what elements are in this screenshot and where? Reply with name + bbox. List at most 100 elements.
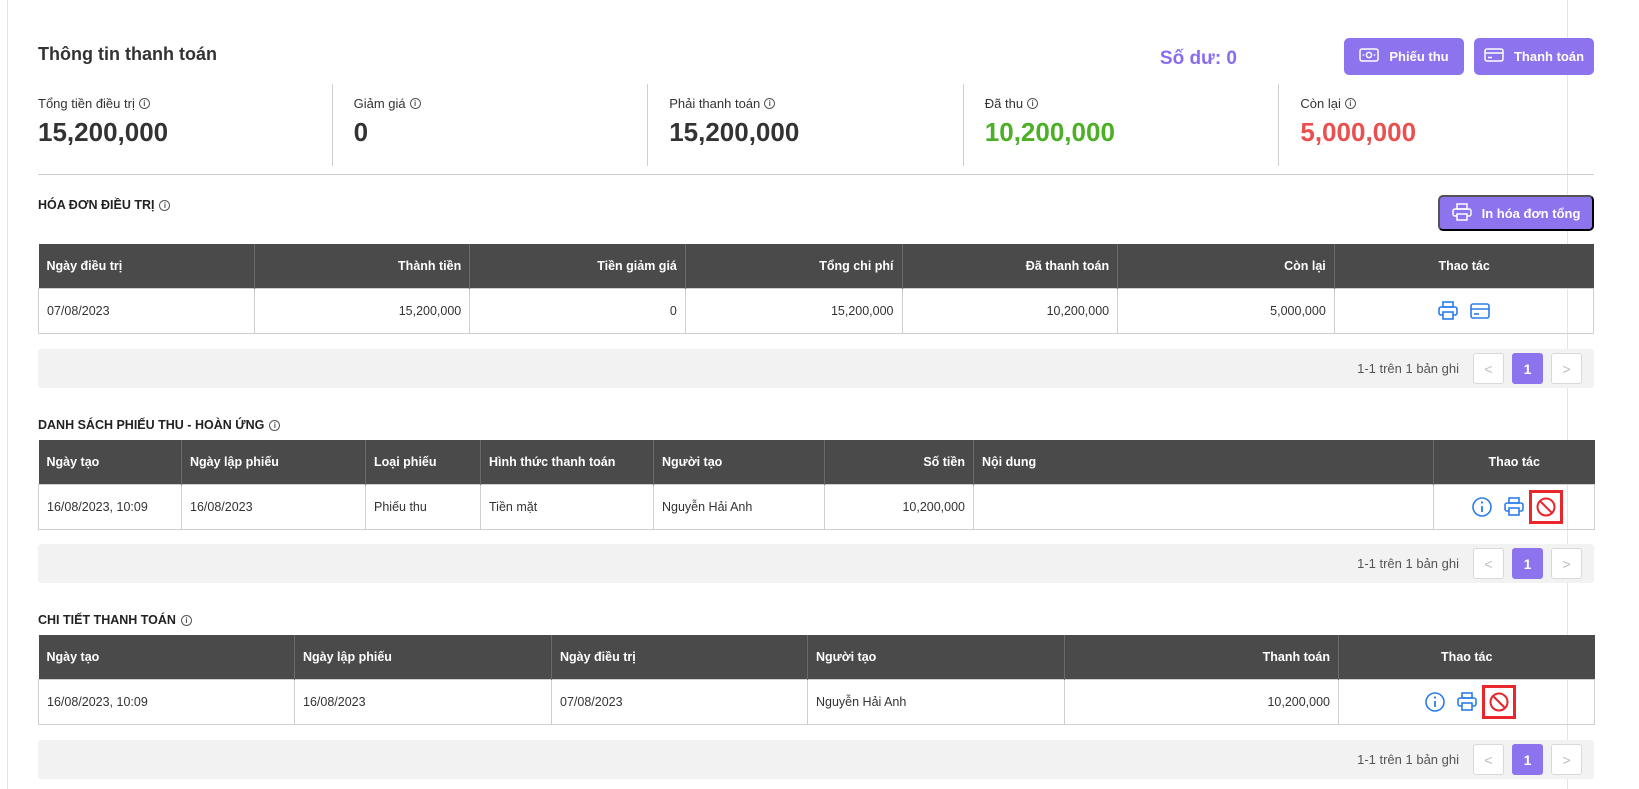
receipt-button-label: Phiếu thu xyxy=(1389,49,1449,64)
print-total-invoice-label: In hóa đơn tổng xyxy=(1481,205,1581,221)
info-circle-icon[interactable] xyxy=(1470,495,1494,519)
invoices-title: HÓA ĐƠN ĐIỀU TRỊ i xyxy=(38,198,171,212)
column-header[interactable]: Ngày tạo xyxy=(38,440,182,484)
receipt-button[interactable]: Phiếu thu xyxy=(1344,38,1464,75)
prev-page-button[interactable]: < xyxy=(1473,548,1504,579)
balance-label: Số dư: 0 xyxy=(1159,48,1237,69)
stat-total-label: Tổng tiền điều trị xyxy=(38,96,135,111)
column-header[interactable]: Tiền giảm giá xyxy=(469,244,686,288)
print-total-invoice-button[interactable]: In hóa đơn tổng xyxy=(1438,195,1594,231)
column-header[interactable]: Ngày tạo xyxy=(38,635,295,679)
paid-cell: 10,200,000 xyxy=(901,287,1119,334)
pagination-info: 1-1 trên 1 bản ghi xyxy=(1357,752,1459,767)
column-header: Thao tác xyxy=(1338,635,1595,679)
table-header-row: Ngày điều trị Thành tiền Tiền giảm giá T… xyxy=(38,244,1594,288)
payments-title-text: CHI TIẾT THANH TOÁN xyxy=(38,613,176,627)
column-header: Thao tác xyxy=(1334,244,1594,288)
column-header[interactable]: Số tiền xyxy=(824,440,974,484)
column-header[interactable]: Đã thanh toán xyxy=(902,244,1119,288)
stat-remaining: Còn lại i 5,000,000 xyxy=(1278,84,1594,166)
printer-icon[interactable] xyxy=(1436,299,1460,323)
printer-icon xyxy=(1451,202,1472,224)
stat-collected-value: 10,200,000 xyxy=(984,117,1115,147)
amount-cell: 10,200,000 xyxy=(1064,678,1339,725)
discount-cell: 0 xyxy=(469,287,686,334)
pagination-info: 1-1 trên 1 bản ghi xyxy=(1357,556,1459,571)
column-header[interactable]: Người tạo xyxy=(807,635,1065,679)
column-header[interactable]: Thanh toán xyxy=(1064,635,1339,679)
printer-icon[interactable] xyxy=(1455,690,1479,714)
column-header: Thao tác xyxy=(1433,440,1595,484)
info-icon[interactable]: i xyxy=(1344,98,1356,109)
next-page-button[interactable]: > xyxy=(1551,548,1582,579)
issued-cell: 16/08/2023 xyxy=(181,483,366,530)
payment-summary: Tổng tiền điều trị i 15,200,000 Giảm giá i… xyxy=(38,84,1594,166)
info-icon[interactable]: i xyxy=(1027,98,1039,109)
left-divider xyxy=(7,0,8,789)
column-header[interactable]: Loại phiếu xyxy=(365,440,481,484)
creator-cell: Nguyễn Hải Anh xyxy=(653,483,825,530)
info-icon[interactable]: i xyxy=(409,98,421,109)
cancel-icon[interactable] xyxy=(1529,489,1563,524)
card-icon[interactable] xyxy=(1468,299,1492,323)
amount-cell: 15,200,000 xyxy=(253,287,471,334)
method-cell: Tiền mặt xyxy=(480,483,654,530)
receipts-title: DANH SÁCH PHIẾU THU - HOÀN ỨNG i xyxy=(38,418,281,432)
actions-cell xyxy=(1433,483,1595,530)
page-1-button[interactable]: 1 xyxy=(1512,548,1543,579)
amount-cell: 10,200,000 xyxy=(824,483,974,530)
stat-remaining-label: Còn lại xyxy=(1300,96,1341,111)
column-header[interactable]: Ngày điều trị xyxy=(38,244,255,288)
stat-discount-label: Giảm giá xyxy=(353,96,406,111)
stat-due-label: Phải thanh toán xyxy=(669,96,761,111)
money-icon xyxy=(1359,47,1380,66)
receipts-title-text: DANH SÁCH PHIẾU THU - HOÀN ỨNG xyxy=(38,418,265,432)
receipts-pagination: 1-1 trên 1 bản ghi < 1 > xyxy=(38,544,1594,583)
info-icon[interactable]: i xyxy=(180,614,192,626)
page-title: Thông tin thanh toán xyxy=(38,44,217,64)
actions-cell xyxy=(1333,287,1595,334)
column-header[interactable]: Người tạo xyxy=(653,440,825,484)
stat-total: Tổng tiền điều trị i 15,200,000 xyxy=(38,84,332,166)
column-header[interactable]: Hình thức thanh toán xyxy=(480,440,654,484)
column-header[interactable]: Thành tiền xyxy=(254,244,471,288)
type-cell: Phiếu thu xyxy=(365,483,481,530)
table-row: 16/08/2023, 10:09 16/08/2023 07/08/2023 … xyxy=(38,678,1595,725)
table-header-row: Ngày tạo Ngày lập phiếu Ngày điều trị Ng… xyxy=(38,635,1595,679)
prev-page-button[interactable]: < xyxy=(1473,353,1504,384)
column-header[interactable]: Ngày lập phiếu xyxy=(181,440,366,484)
stat-due-value: 15,200,000 xyxy=(669,117,800,147)
table-row: 07/08/2023 15,200,000 0 15,200,000 10,20… xyxy=(38,287,1595,334)
summary-divider xyxy=(38,174,1594,175)
column-header[interactable]: Nội dung xyxy=(973,440,1434,484)
info-icon[interactable]: i xyxy=(159,199,171,211)
payments-title: CHI TIẾT THANH TOÁN i xyxy=(38,613,192,627)
column-header[interactable]: Còn lại xyxy=(1117,244,1335,288)
info-icon[interactable]: i xyxy=(138,98,150,109)
pay-button[interactable]: Thanh toán xyxy=(1474,38,1594,75)
actions-cell xyxy=(1338,678,1595,725)
next-page-button[interactable]: > xyxy=(1551,744,1582,775)
stat-discount-value: 0 xyxy=(353,117,369,147)
table-header-row: Ngày tạo Ngày lập phiếu Loại phiếu Hình … xyxy=(38,440,1595,484)
prev-page-button[interactable]: < xyxy=(1473,744,1504,775)
cancel-icon[interactable] xyxy=(1481,684,1516,719)
invoices-title-text: HÓA ĐƠN ĐIỀU TRỊ xyxy=(38,198,155,212)
info-icon[interactable]: i xyxy=(764,98,776,109)
info-circle-icon[interactable] xyxy=(1423,690,1447,714)
next-page-button[interactable]: > xyxy=(1551,353,1582,384)
issued-cell: 16/08/2023 xyxy=(294,678,552,725)
column-header[interactable]: Ngày điều trị xyxy=(551,635,808,679)
column-header[interactable]: Ngày lập phiếu xyxy=(294,635,552,679)
printer-icon[interactable] xyxy=(1502,495,1526,519)
stat-due: Phải thanh toán i 15,200,000 xyxy=(647,84,963,166)
page-1-button[interactable]: 1 xyxy=(1512,744,1543,775)
created-cell: 16/08/2023, 10:09 xyxy=(38,483,182,530)
receipts-table: Ngày tạo Ngày lập phiếu Loại phiếu Hình … xyxy=(38,440,1595,530)
column-header[interactable]: Tổng chi phí xyxy=(685,244,903,288)
treatment-date-link[interactable]: 07/08/2023 xyxy=(38,287,255,334)
info-icon[interactable]: i xyxy=(269,419,281,431)
page-1-button[interactable]: 1 xyxy=(1512,353,1543,384)
remaining-cell: 5,000,000 xyxy=(1117,287,1335,334)
stat-collected: Đã thu i 10,200,000 xyxy=(962,84,1279,166)
